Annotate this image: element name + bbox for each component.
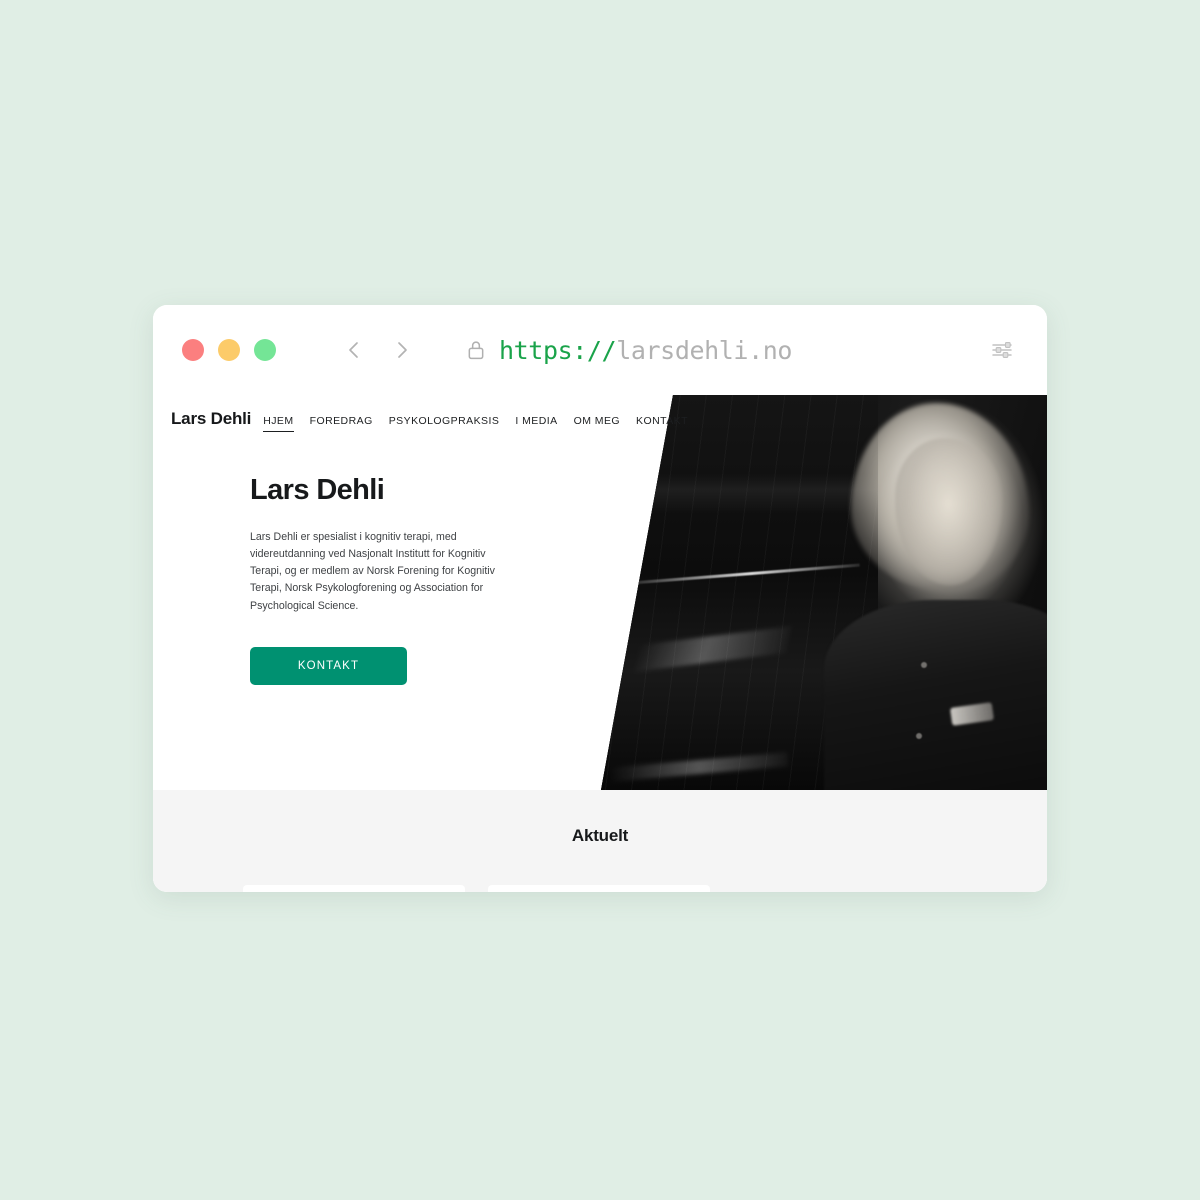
- site-navigation: Lars Dehli HJEM FOREDRAG PSYKOLOGPRAKSIS…: [171, 409, 688, 432]
- aktuelt-card[interactable]: [488, 885, 710, 892]
- nav-item-psykologpraksis[interactable]: PSYKOLOGPRAKSIS: [389, 415, 500, 431]
- site-logo[interactable]: Lars Dehli: [171, 409, 251, 429]
- url-host: larsdehli.no: [616, 335, 793, 365]
- portrait-shirt-button: [920, 661, 927, 668]
- window-controls: [182, 339, 276, 361]
- hero-section: Lars Dehli HJEM FOREDRAG PSYKOLOGPRAKSIS…: [153, 395, 1047, 790]
- portrait-torso: [824, 600, 1047, 790]
- forward-chevron-icon[interactable]: [390, 338, 414, 362]
- settings-sliders-icon[interactable]: [987, 335, 1017, 365]
- hero-body-text: Lars Dehli er spesialist i kognitiv tera…: [250, 530, 495, 612]
- nav-item-hjem[interactable]: HJEM: [263, 415, 294, 432]
- url-scheme: https://: [499, 335, 617, 365]
- nav-item-kontakt[interactable]: KONTAKT: [636, 415, 688, 431]
- minimize-window-button[interactable]: [218, 339, 240, 361]
- lock-icon: [466, 339, 486, 361]
- aktuelt-card-row: [153, 846, 1047, 892]
- hero-portrait-image: [601, 395, 1047, 790]
- nav-links: HJEM FOREDRAG PSYKOLOGPRAKSIS I MEDIA OM…: [263, 415, 688, 432]
- address-bar[interactable]: https://larsdehli.no: [466, 336, 792, 365]
- aktuelt-card[interactable]: [243, 885, 465, 892]
- hero-title: Lars Dehli: [250, 474, 385, 506]
- portrait-shirt-button: [916, 732, 923, 739]
- back-chevron-icon[interactable]: [342, 338, 366, 362]
- browser-toolbar: https://larsdehli.no: [153, 305, 1047, 395]
- aktuelt-section: Aktuelt: [153, 790, 1047, 892]
- nav-item-i-media[interactable]: I MEDIA: [515, 415, 557, 431]
- nav-item-om-meg[interactable]: OM MEG: [574, 415, 620, 431]
- aktuelt-heading: Aktuelt: [571, 826, 629, 845]
- url-text: https://larsdehli.no: [499, 336, 792, 365]
- maximize-window-button[interactable]: [254, 339, 276, 361]
- page-viewport: Lars Dehli HJEM FOREDRAG PSYKOLOGPRAKSIS…: [153, 395, 1047, 892]
- navigation-arrows: [342, 338, 414, 362]
- kontakt-cta-button[interactable]: KONTAKT: [250, 646, 407, 685]
- hero-copy: Lars Dehli Lars Dehli er spesialist i ko…: [250, 474, 518, 685]
- nav-item-foredrag[interactable]: FOREDRAG: [310, 415, 373, 431]
- close-window-button[interactable]: [182, 339, 204, 361]
- browser-window: https://larsdehli.no Lars Dehli HJEM FOR…: [153, 305, 1047, 892]
